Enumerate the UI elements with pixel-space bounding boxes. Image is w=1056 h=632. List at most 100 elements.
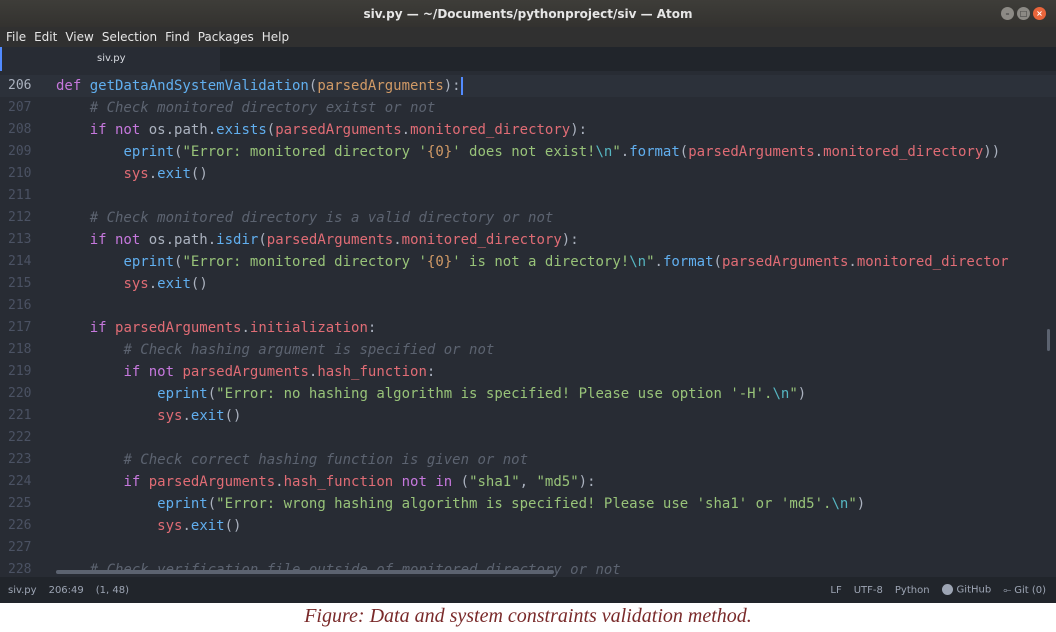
git-branch-icon: ⟜ <box>1003 584 1012 596</box>
code-text: eprint ("Error: monitored directory '{0}'… <box>56 251 1008 273</box>
line-number[interactable]: 226 <box>0 515 46 537</box>
line-number[interactable]: 219 <box>0 361 46 383</box>
line-number[interactable]: 222 <box>0 427 46 449</box>
code-line[interactable]: 213 if not os.path.isdir(parsedArguments… <box>0 229 1056 251</box>
menu-packages[interactable]: Packages <box>194 30 258 44</box>
line-number[interactable]: 207 <box>0 97 46 119</box>
code-line[interactable]: 225 eprint("Error: wrong hashing algorit… <box>0 493 1056 515</box>
line-number[interactable]: 223 <box>0 449 46 471</box>
code-token: . <box>182 408 191 424</box>
line-number[interactable]: 216 <box>0 295 46 317</box>
line-number[interactable]: 228 <box>0 559 46 577</box>
code-text: # Check hashing argument is specified or… <box>56 339 494 361</box>
code-token: parsedArguments <box>275 122 402 138</box>
code-text: if parsedArguments.initialization: <box>56 317 377 339</box>
line-number[interactable]: 225 <box>0 493 46 515</box>
code-line[interactable]: 206 def getDataAndSystemValidation(parsed… <box>0 75 1056 97</box>
status-git[interactable]: ⟜ Git (0) <box>1003 585 1046 596</box>
menu-view[interactable]: View <box>61 30 97 44</box>
code-editor[interactable]: 228 # Check verification file outside of… <box>0 71 1056 577</box>
menu-find[interactable]: Find <box>161 30 194 44</box>
tab-label: siv.py <box>97 53 126 64</box>
code-line[interactable]: 218 # Check hashing argument is specifie… <box>0 339 1056 361</box>
horizontal-scrollbar[interactable] <box>56 570 554 574</box>
code-token: . <box>148 166 158 182</box>
menu-file[interactable]: File <box>0 30 30 44</box>
code-line[interactable]: 222 <box>0 427 1056 449</box>
code-token: "Error: monitored directory ' <box>182 144 427 160</box>
line-number[interactable]: 211 <box>0 185 46 207</box>
menu-selection[interactable]: Selection <box>98 30 161 44</box>
line-number[interactable]: 213 <box>0 229 46 251</box>
line-number[interactable]: 227 <box>0 537 46 559</box>
code-text: eprint("Error: no hashing algorithm is s… <box>56 383 806 405</box>
code-token: parsedArguments <box>115 320 242 336</box>
code-token: . <box>275 474 284 490</box>
line-number[interactable]: 208 <box>0 119 46 141</box>
menu-edit[interactable]: Edit <box>30 30 61 44</box>
line-number[interactable]: 224 <box>0 471 46 493</box>
code-line[interactable]: 215 sys.exit() <box>0 273 1056 295</box>
line-number[interactable]: 206 <box>0 75 46 97</box>
code-token: if <box>123 474 149 490</box>
line-number[interactable]: 218 <box>0 339 46 361</box>
code-line[interactable]: 216 <box>0 295 1056 317</box>
code-token: exists <box>216 122 267 138</box>
code-token: monitored_directory <box>823 144 984 160</box>
code-token: hash_function <box>283 474 394 490</box>
line-number[interactable]: 212 <box>0 207 46 229</box>
code-token: . <box>241 320 250 336</box>
code-line[interactable]: 228 # Check verification file outside of… <box>0 559 1056 577</box>
maximize-icon[interactable]: □ <box>1017 7 1030 20</box>
code-line[interactable]: 207 # Check monitored directory exitst o… <box>0 97 1056 119</box>
code-token: . <box>401 122 411 138</box>
menu-help[interactable]: Help <box>258 30 293 44</box>
code-line[interactable]: 211 <box>0 185 1056 207</box>
line-number[interactable]: 217 <box>0 317 46 339</box>
status-line-ending[interactable]: LF <box>830 585 841 596</box>
code-line[interactable]: 209 eprint ("Error: monitored directory '… <box>0 141 1056 163</box>
code-line[interactable]: 214 eprint ("Error: monitored directory '… <box>0 251 1056 273</box>
code-token: not in <box>393 474 461 490</box>
line-number[interactable]: 210 <box>0 163 46 185</box>
line-number[interactable]: 221 <box>0 405 46 427</box>
vertical-scrollbar[interactable] <box>1047 329 1050 351</box>
status-encoding[interactable]: UTF-8 <box>854 585 883 596</box>
code-token: monitored_directory <box>410 122 571 138</box>
code-line[interactable]: 220 eprint("Error: no hashing algorithm … <box>0 383 1056 405</box>
line-number[interactable]: 209 <box>0 141 46 163</box>
status-cursor-position[interactable]: 206:49 <box>49 585 84 596</box>
code-token: sys <box>123 276 149 292</box>
status-bar: siv.py 206:49 (1, 48) LF UTF-8 Python Gi… <box>0 577 1056 603</box>
close-icon[interactable]: × <box>1033 7 1046 20</box>
code-line[interactable]: 224 if parsedArguments.hash_function not… <box>0 471 1056 493</box>
code-token: . <box>148 276 158 292</box>
code-line[interactable]: 227 <box>0 537 1056 559</box>
code-line[interactable]: 223 # Check correct hashing function is … <box>0 449 1056 471</box>
code-line[interactable]: 226 sys.exit() <box>0 515 1056 537</box>
tab-siv-py[interactable]: siv.py <box>0 47 220 71</box>
status-file[interactable]: siv.py <box>8 585 37 596</box>
status-github[interactable]: GitHub <box>941 584 991 596</box>
code-text: # Check monitored directory is a valid d… <box>56 207 554 229</box>
code-line[interactable]: 212 # Check monitored directory is a val… <box>0 207 1056 229</box>
line-number[interactable]: 214 <box>0 251 46 273</box>
code-token: if not <box>89 122 149 138</box>
code-line[interactable]: 208 if not os.path.exists(parsedArgument… <box>0 119 1056 141</box>
code-line[interactable]: 221 sys.exit() <box>0 405 1056 427</box>
code-line[interactable]: 210 sys.exit() <box>0 163 1056 185</box>
line-number[interactable]: 220 <box>0 383 46 405</box>
code-text: # Check correct hashing function is give… <box>56 449 528 471</box>
status-grammar[interactable]: Python <box>895 585 930 596</box>
code-token: ( <box>713 254 722 270</box>
code-line[interactable]: 219 if not parsedArguments.hash_function… <box>0 361 1056 383</box>
minimize-icon[interactable]: – <box>1001 7 1014 20</box>
line-number[interactable]: 215 <box>0 273 46 295</box>
code-token: def <box>56 78 90 94</box>
code-line[interactable]: 217 if parsedArguments.initialization: <box>0 317 1056 339</box>
